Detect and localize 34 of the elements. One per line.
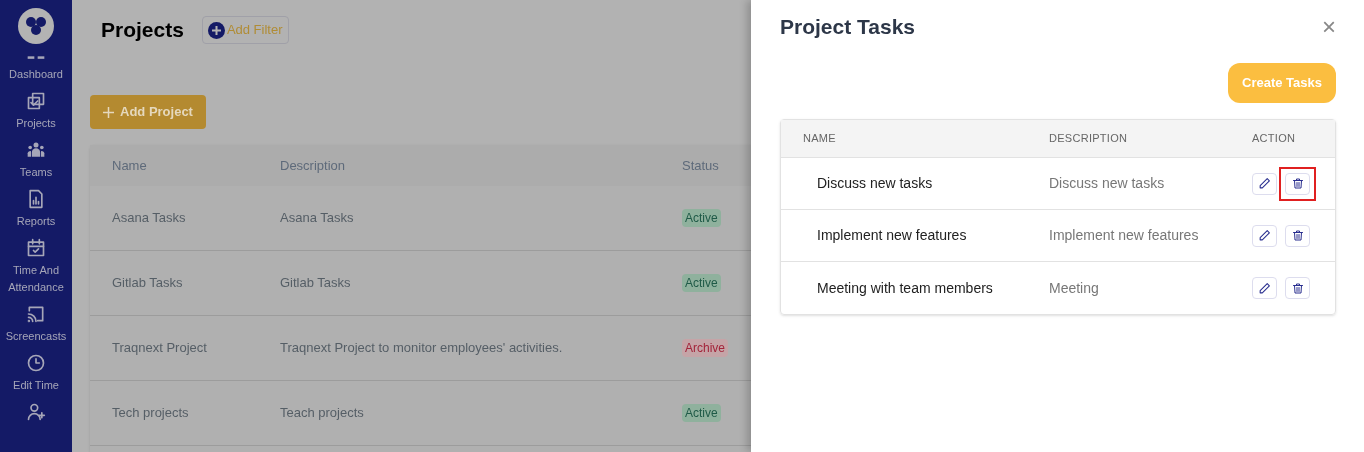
sidebar-item[interactable]: Edit Time xyxy=(0,353,72,394)
sidebar-item[interactable]: Dashboard xyxy=(0,54,72,83)
status-badge: Active xyxy=(682,274,721,293)
status-badge: Active xyxy=(682,404,721,423)
sidebar-item[interactable]: Reports xyxy=(0,189,72,230)
table-cell-text: Asana Tasks xyxy=(279,209,355,228)
column-header: DESCRIPTION xyxy=(1049,131,1129,147)
sidebar-item[interactable]: Teams xyxy=(0,140,72,181)
column-header: Status xyxy=(681,156,719,175)
table-cell-text: Meeting with team members xyxy=(816,278,994,298)
column-header: Description xyxy=(279,156,347,175)
status-badge: Archive xyxy=(682,339,728,358)
column-header: ACTION xyxy=(1252,131,1296,147)
table-cell-text: Discuss new tasks xyxy=(816,174,934,193)
table-cell-text: Discuss new tasks xyxy=(1049,174,1166,193)
drawer-title: Project Tasks xyxy=(780,14,915,41)
sidebar-item[interactable]: Projects xyxy=(0,91,72,132)
table-cell-text: Traqnext Project xyxy=(111,339,208,358)
table-cell-text: Tech projects xyxy=(111,404,190,423)
sidebar-item[interactable]: Time And Attendance xyxy=(0,238,72,296)
table-cell-text: Asana Tasks xyxy=(111,209,187,228)
column-header: NAME xyxy=(802,131,837,147)
table-cell-text: Gitlab Tasks xyxy=(279,274,352,293)
table-cell-text: Teach projects xyxy=(279,404,365,423)
table-cell-text: Traqnext Project to monitor employees' activities. xyxy=(279,339,564,358)
column-header: Name xyxy=(111,156,148,175)
page-title: Projects xyxy=(101,17,184,44)
sidebar-item[interactable]: Screencasts xyxy=(0,304,72,345)
table-cell-text: Gitlab Tasks xyxy=(111,274,184,293)
status-badge: Active xyxy=(682,209,721,228)
table-cell-text: Implement new features xyxy=(816,226,968,245)
table-cell-text: Implement new features xyxy=(1049,226,1200,245)
table-cell-text: Meeting xyxy=(1049,278,1100,298)
close-button[interactable]: × xyxy=(1322,15,1336,39)
